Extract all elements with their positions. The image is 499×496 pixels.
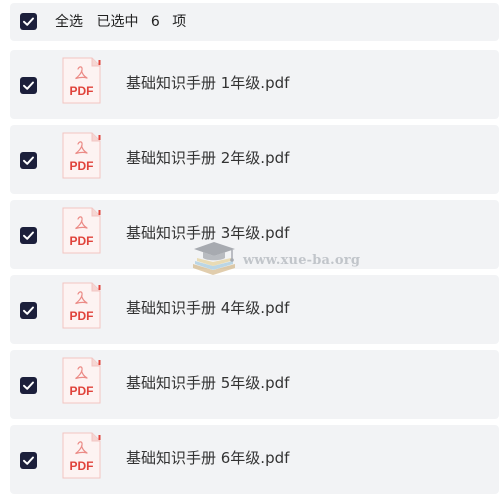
file-row-4[interactable]: PDF 基础知识手册 4年级.pdf bbox=[10, 275, 499, 344]
file-checkbox-1[interactable] bbox=[20, 77, 37, 94]
checkmark-icon bbox=[23, 156, 34, 165]
pdf-type-label: PDF bbox=[70, 459, 94, 473]
select-all-label[interactable]: 全选 bbox=[55, 13, 83, 31]
pdf-type-label: PDF bbox=[70, 84, 94, 98]
pdf-type-label: PDF bbox=[70, 234, 94, 248]
pdf-file-icon: PDF bbox=[61, 207, 101, 254]
select-all-checkbox[interactable] bbox=[20, 13, 37, 30]
pdf-type-label: PDF bbox=[70, 384, 94, 398]
pdf-file-icon: PDF bbox=[61, 357, 101, 404]
checkmark-icon bbox=[23, 231, 34, 240]
file-row-5[interactable]: PDF 基础知识手册 5年级.pdf bbox=[10, 350, 499, 419]
file-checkbox-4[interactable] bbox=[20, 302, 37, 319]
file-name[interactable]: 基础知识手册 1年级.pdf bbox=[126, 73, 289, 93]
selection-summary: 全选 已选中 6 项 bbox=[55, 13, 186, 31]
file-row-6[interactable]: PDF 基础知识手册 6年级.pdf bbox=[10, 425, 499, 494]
file-checkbox-5[interactable] bbox=[20, 377, 37, 394]
selected-suffix: 项 bbox=[172, 14, 187, 30]
file-checkbox-3[interactable] bbox=[20, 227, 37, 244]
file-name[interactable]: 基础知识手册 5年级.pdf bbox=[126, 373, 289, 393]
file-row-3[interactable]: PDF 基础知识手册 3年级.pdf bbox=[10, 200, 499, 269]
file-checkbox-6[interactable] bbox=[20, 452, 37, 469]
file-row-2[interactable]: PDF 基础知识手册 2年级.pdf bbox=[10, 125, 499, 194]
file-name[interactable]: 基础知识手册 2年级.pdf bbox=[126, 148, 289, 168]
checkmark-icon bbox=[23, 381, 34, 390]
select-all-bar: 全选 已选中 6 项 bbox=[10, 3, 499, 41]
file-name[interactable]: 基础知识手册 4年级.pdf bbox=[126, 298, 289, 318]
file-name[interactable]: 基础知识手册 6年级.pdf bbox=[126, 448, 289, 468]
pdf-file-icon: PDF bbox=[61, 432, 101, 479]
pdf-file-icon: PDF bbox=[61, 57, 101, 104]
file-name[interactable]: 基础知识手册 3年级.pdf bbox=[126, 223, 289, 243]
file-checkbox-2[interactable] bbox=[20, 152, 37, 169]
checkmark-icon bbox=[23, 456, 34, 465]
pdf-type-label: PDF bbox=[70, 309, 94, 323]
checkmark-icon bbox=[23, 17, 34, 26]
selected-prefix: 已选中 bbox=[96, 14, 139, 30]
checkmark-icon bbox=[23, 81, 34, 90]
checkmark-icon bbox=[23, 306, 34, 315]
pdf-file-icon: PDF bbox=[61, 132, 101, 179]
pdf-type-label: PDF bbox=[70, 159, 94, 173]
pdf-file-icon: PDF bbox=[61, 282, 101, 329]
file-row-1[interactable]: PDF 基础知识手册 1年级.pdf bbox=[10, 50, 499, 119]
selected-count: 6 bbox=[150, 14, 160, 30]
